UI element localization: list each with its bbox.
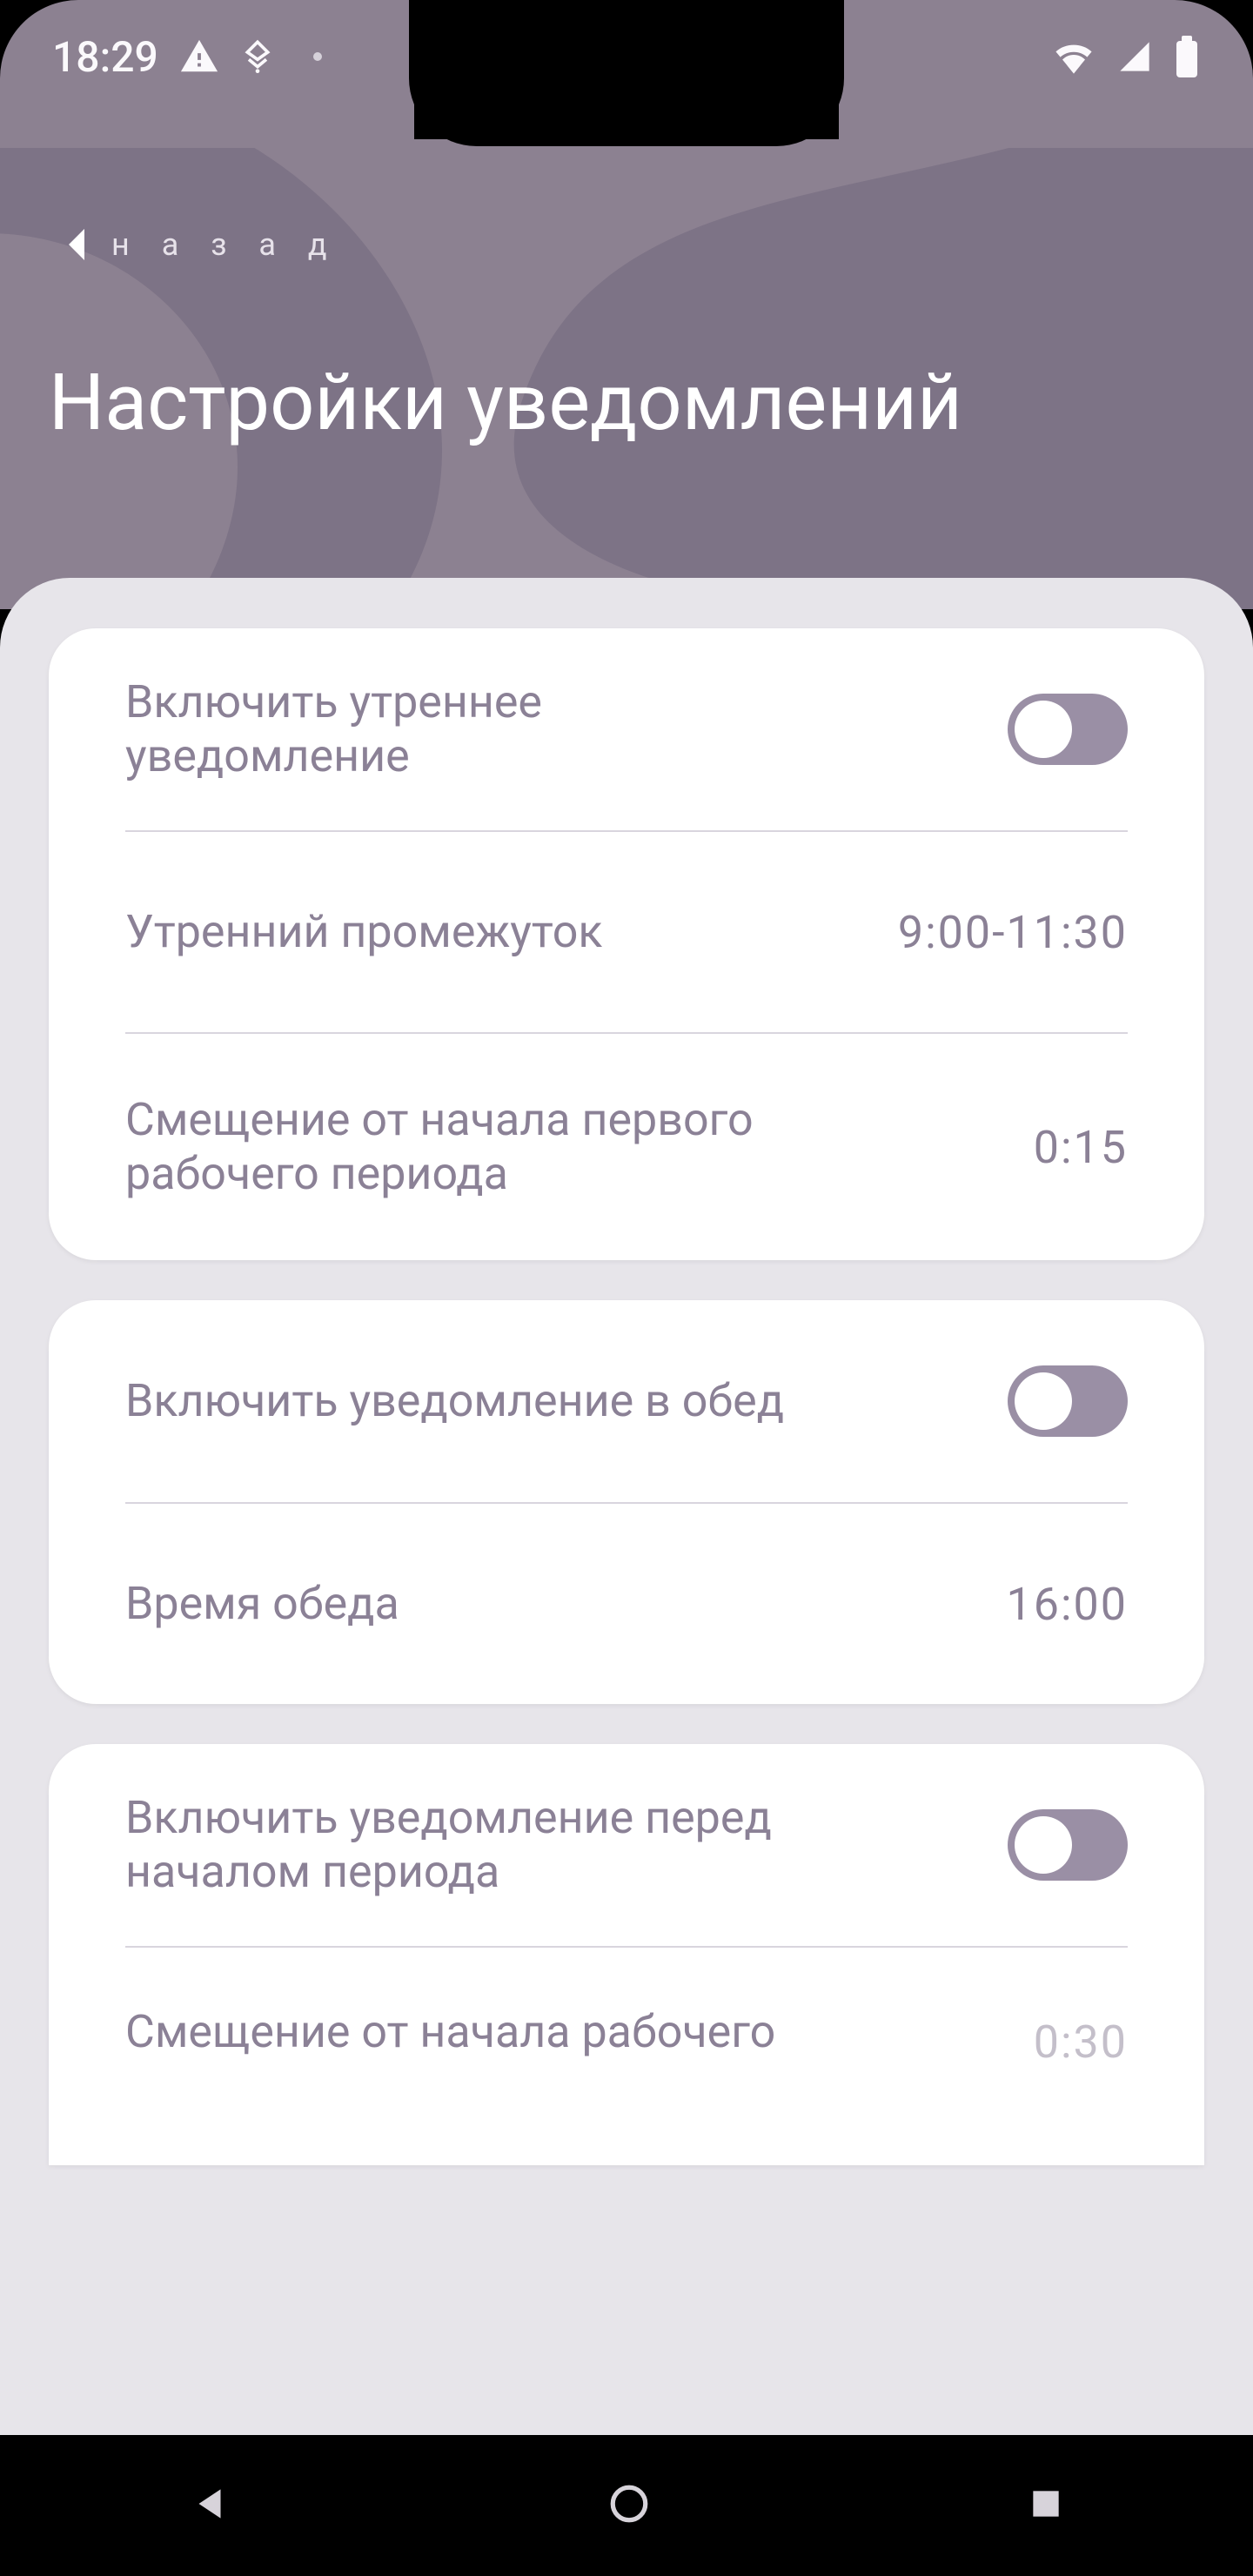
screen: 18:29 bbox=[0, 0, 1253, 2576]
lunch-time-label: Время обеда bbox=[125, 1577, 399, 1631]
morning-card: Включить утреннее уведомление Утренний п… bbox=[49, 628, 1204, 1260]
period-card: Включить уведомление перед началом перио… bbox=[49, 1744, 1204, 2165]
lunch-time-row[interactable]: Время обеда 16:00 bbox=[125, 1502, 1128, 1704]
page-title: Настройки уведомлений bbox=[49, 357, 962, 448]
header: н а з а д Настройки уведомлений bbox=[0, 139, 1253, 609]
toggle-knob bbox=[1015, 1816, 1072, 1874]
back-label: н а з а д bbox=[111, 226, 339, 263]
morning-interval-row[interactable]: Утренний промежуток 9:00-11:30 bbox=[125, 830, 1128, 1032]
nav-home-button[interactable] bbox=[607, 2482, 651, 2529]
morning-offset-row[interactable]: Смещение от начала первого рабочего пери… bbox=[125, 1032, 1128, 1260]
period-enable-toggle[interactable] bbox=[1008, 1809, 1128, 1881]
warning-icon bbox=[179, 37, 219, 77]
wifi-icon bbox=[1051, 39, 1096, 74]
morning-offset-label: Смещение от начала первого рабочего пери… bbox=[125, 1093, 804, 1202]
nav-back-button[interactable] bbox=[188, 2482, 231, 2529]
toggle-knob bbox=[1015, 1372, 1072, 1430]
toggle-knob bbox=[1015, 701, 1072, 758]
status-dot-icon bbox=[313, 52, 322, 61]
period-enable-label: Включить уведомление перед началом перио… bbox=[125, 1791, 804, 1900]
lunch-enable-label: Включить уведомление в обед bbox=[125, 1374, 784, 1428]
back-arrow-icon bbox=[64, 227, 87, 262]
navigation-bar bbox=[0, 2435, 1253, 2576]
location-icon bbox=[240, 36, 275, 77]
period-enable-row[interactable]: Включить уведомление перед началом перио… bbox=[125, 1744, 1128, 1946]
morning-enable-label: Включить утреннее уведомление bbox=[125, 675, 804, 784]
morning-interval-label: Утренний промежуток bbox=[125, 905, 603, 959]
lunch-card: Включить уведомление в обед Время обеда … bbox=[49, 1300, 1204, 1704]
status-right bbox=[1051, 36, 1201, 77]
battery-icon bbox=[1173, 36, 1201, 77]
lunch-enable-row[interactable]: Включить уведомление в обед bbox=[125, 1300, 1128, 1502]
morning-offset-value: 0:15 bbox=[1034, 1121, 1128, 1174]
status-time: 18:29 bbox=[52, 32, 158, 82]
back-button[interactable]: н а з а д bbox=[64, 226, 339, 263]
signal-icon bbox=[1117, 39, 1152, 74]
morning-enable-toggle[interactable] bbox=[1008, 694, 1128, 765]
lunch-time-value: 16:00 bbox=[1007, 1578, 1129, 1631]
period-offset-row[interactable]: Смещение от начала рабочего 0:30 bbox=[125, 1946, 1128, 2069]
status-bar: 18:29 bbox=[0, 0, 1253, 113]
morning-interval-value: 9:00-11:30 bbox=[898, 906, 1128, 959]
settings-sheet: Включить утреннее уведомление Утренний п… bbox=[0, 578, 1253, 2437]
status-left: 18:29 bbox=[52, 32, 322, 82]
lunch-enable-toggle[interactable] bbox=[1008, 1365, 1128, 1437]
morning-enable-row[interactable]: Включить утреннее уведомление bbox=[125, 628, 1128, 830]
period-offset-value: 0:30 bbox=[1034, 2005, 1128, 2069]
period-offset-label: Смещение от начала рабочего bbox=[125, 2005, 775, 2059]
nav-recent-button[interactable] bbox=[1027, 2485, 1065, 2526]
